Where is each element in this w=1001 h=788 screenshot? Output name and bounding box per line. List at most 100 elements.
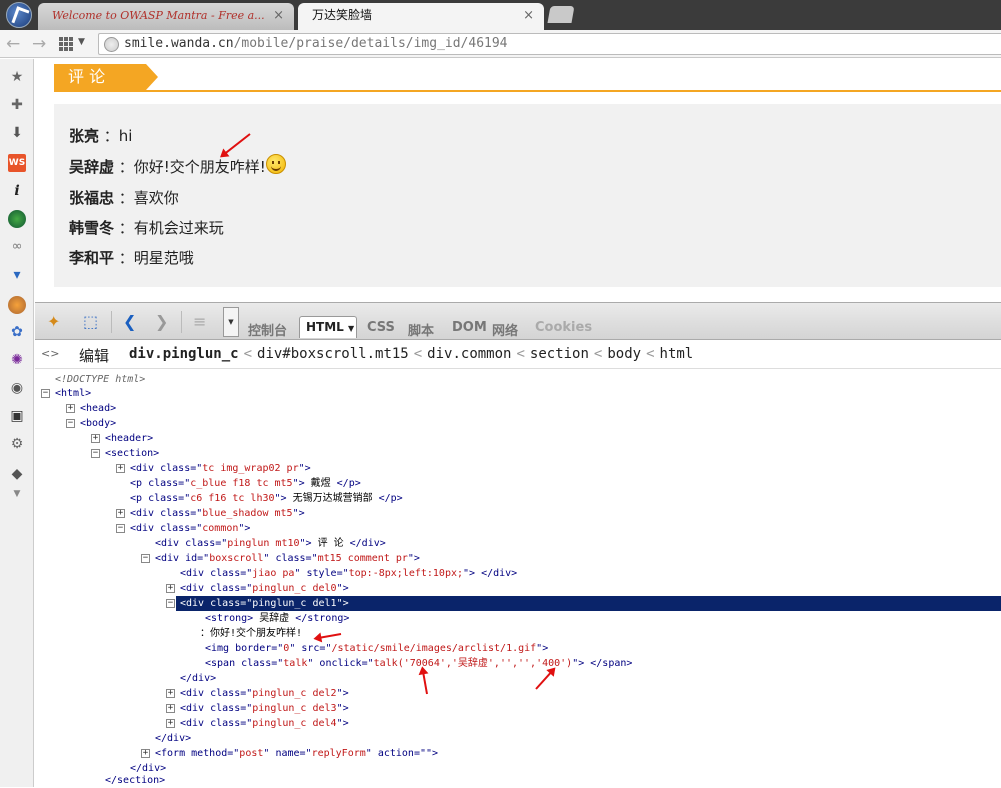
chevron-down-icon[interactable]: ▼ [78,37,85,47]
breadcrumb-item[interactable]: div.pinglun_c [129,346,239,362]
breadcrumb-item[interactable]: html [660,346,694,362]
tree-node[interactable]: <p class="c_blue f18 tc mt5"> 戴煜 </p> [130,476,361,491]
tree-node[interactable]: <div class="pinglun_c del0"> [180,581,349,596]
breadcrumb-item[interactable]: div.common [427,346,511,362]
collapse-icon[interactable]: − [166,599,175,608]
chevron-down-icon[interactable]: ▼ [223,307,239,337]
collapse-icon[interactable]: − [116,524,125,533]
breadcrumb-item[interactable]: section [530,346,589,362]
tree-node[interactable]: <div class="jiao pa" style="top:-8px;lef… [180,566,517,581]
tree-node[interactable]: <body> [80,416,116,431]
new-tab-button[interactable] [547,6,575,23]
forward-icon[interactable]: ❯ [155,313,168,331]
tree-node[interactable]: <section> [105,446,159,461]
tab-cookies[interactable]: Cookies [535,320,592,335]
apps-grid-icon[interactable] [59,37,73,51]
collapse-icon[interactable]: − [141,554,150,563]
expand-icon[interactable]: + [116,509,125,518]
expand-icon[interactable]: + [166,704,175,713]
back-icon[interactable]: ❮ [123,313,136,331]
expand-icon[interactable]: + [166,584,175,593]
tree-node[interactable]: <head> [80,401,116,416]
tab-css[interactable]: CSS [367,320,395,335]
comment-text: ：有机会过来玩 [118,219,224,237]
chevron-down-icon[interactable]: ▼ [8,485,26,503]
star-icon[interactable]: ★ [8,68,26,86]
close-icon[interactable]: × [273,3,284,28]
tree-node[interactable]: <form method="post" name="replyForm" act… [155,746,438,761]
tree-node[interactable]: <div class="pinglun mt10"> 评 论 </div> [155,536,386,551]
comment-text: ：hi [103,127,133,145]
inspect-icon[interactable]: ⬚ [83,313,98,331]
list-icon[interactable]: ≡ [193,313,206,331]
tree-node[interactable]: <strong> 吴辞虚 </strong> [205,611,349,626]
chevron-down-icon[interactable]: ▼ [348,324,354,333]
infinity-icon[interactable]: ∞ [8,238,26,256]
close-icon[interactable]: × [523,3,534,28]
pointer-icon[interactable]: ▾ [8,266,26,284]
breadcrumb-item[interactable]: div#boxscroll.mt15 [257,346,409,362]
back-icon[interactable]: ← [6,33,20,55]
tree-node[interactable]: <div class="pinglun_c del3"> [180,701,349,716]
devtools-toolbar: ✦ ⬚ ❮ ❯ ≡ ▼ 控制台 HTML ▼ CSS 脚本 DOM 网络 Coo… [35,302,1001,340]
url-input[interactable]: smile.wanda.cn/mobile/praise/details/img… [98,33,1001,55]
expand-icon[interactable]: <> [41,347,59,360]
expand-icon[interactable]: + [91,434,100,443]
expand-icon[interactable]: + [116,464,125,473]
web-security-icon[interactable]: WS [8,154,26,172]
tree-node[interactable]: <header> [105,431,153,446]
eraser-icon[interactable]: ◆ [8,465,26,483]
tab-script[interactable]: 脚本 [408,320,434,339]
edit-button[interactable]: 编辑 [79,345,109,366]
address-bar: ← → ▼ smile.wanda.cn/mobile/praise/detai… [0,30,1001,58]
collapse-icon[interactable]: − [66,419,75,428]
tree-node[interactable]: <div class="blue_shadow mt5"> [130,506,305,521]
comment-author: 张亮 [69,127,100,145]
green-orb-icon[interactable] [8,210,26,228]
comment-text: ：明星范哦 [118,249,194,267]
tree-node[interactable]: <div id="boxscroll" class="mt15 comment … [155,551,420,566]
tree-node[interactable]: <div class="pinglun_c del2"> [180,686,349,701]
collapse-icon[interactable]: − [91,449,100,458]
expand-icon[interactable]: + [166,719,175,728]
puzzle-icon[interactable]: ✚ [8,96,26,114]
virus-icon[interactable]: ✺ [8,351,26,369]
firebug-icon[interactable]: ✦ [47,313,60,331]
tab-wanda[interactable]: 万达笑脸墙 × [298,3,544,30]
tree-node[interactable]: <div class="pinglun_c del4"> [180,716,349,731]
tab-html[interactable]: HTML ▼ [299,316,357,338]
tree-node[interactable]: </div> [155,731,191,746]
palette-icon[interactable]: ◉ [8,379,26,397]
tab-dom[interactable]: DOM [452,320,487,335]
tab-console[interactable]: 控制台 [248,320,287,339]
smiley-icon[interactable] [265,154,286,174]
tab-owasp-mantra[interactable]: Welcome to OWASP Mantra - Free a... × [38,3,294,30]
collapse-icon[interactable]: − [41,389,50,398]
tree-node-selected[interactable]: <div class="pinglun_c del1"> [176,596,1001,611]
info-icon[interactable]: i [8,182,26,200]
breadcrumb-item[interactable]: body [607,346,641,362]
tree-node[interactable]: </section> [105,773,165,788]
tree-node[interactable]: <img border="0" src="/static/smile/image… [205,641,548,656]
expand-icon[interactable]: + [166,689,175,698]
tree-node[interactable]: </div> [180,671,216,686]
swirl-icon[interactable]: ✿ [8,323,26,341]
expand-icon[interactable]: + [66,404,75,413]
tree-node[interactable]: <div class="common"> [130,521,250,536]
gear-icon[interactable]: ⚙ [8,435,26,453]
tree-node[interactable]: ：你好!交个朋友咋样! [200,626,302,641]
comment-item: 李和平 ：明星范哦 [69,247,194,268]
globe-icon [104,37,119,52]
window-icon[interactable]: ▣ [8,407,26,425]
section-title: 评 论 [54,64,158,90]
url-text: smile.wanda.cn/mobile/praise/details/img… [124,36,508,51]
tree-node[interactable]: <html> [55,386,91,401]
tree-node[interactable]: <p class="c6 f16 tc lh30"> 无锡万达城营销部 </p> [130,491,403,506]
firebug-icon[interactable] [8,296,26,314]
browser-logo-icon[interactable] [6,2,32,28]
tree-node[interactable]: <div class="tc img_wrap02 pr"> [130,461,311,476]
download-icon[interactable]: ⬇ [8,124,26,142]
tab-network[interactable]: 网络 [492,320,518,339]
expand-icon[interactable]: + [141,749,150,758]
forward-icon[interactable]: → [32,33,46,55]
